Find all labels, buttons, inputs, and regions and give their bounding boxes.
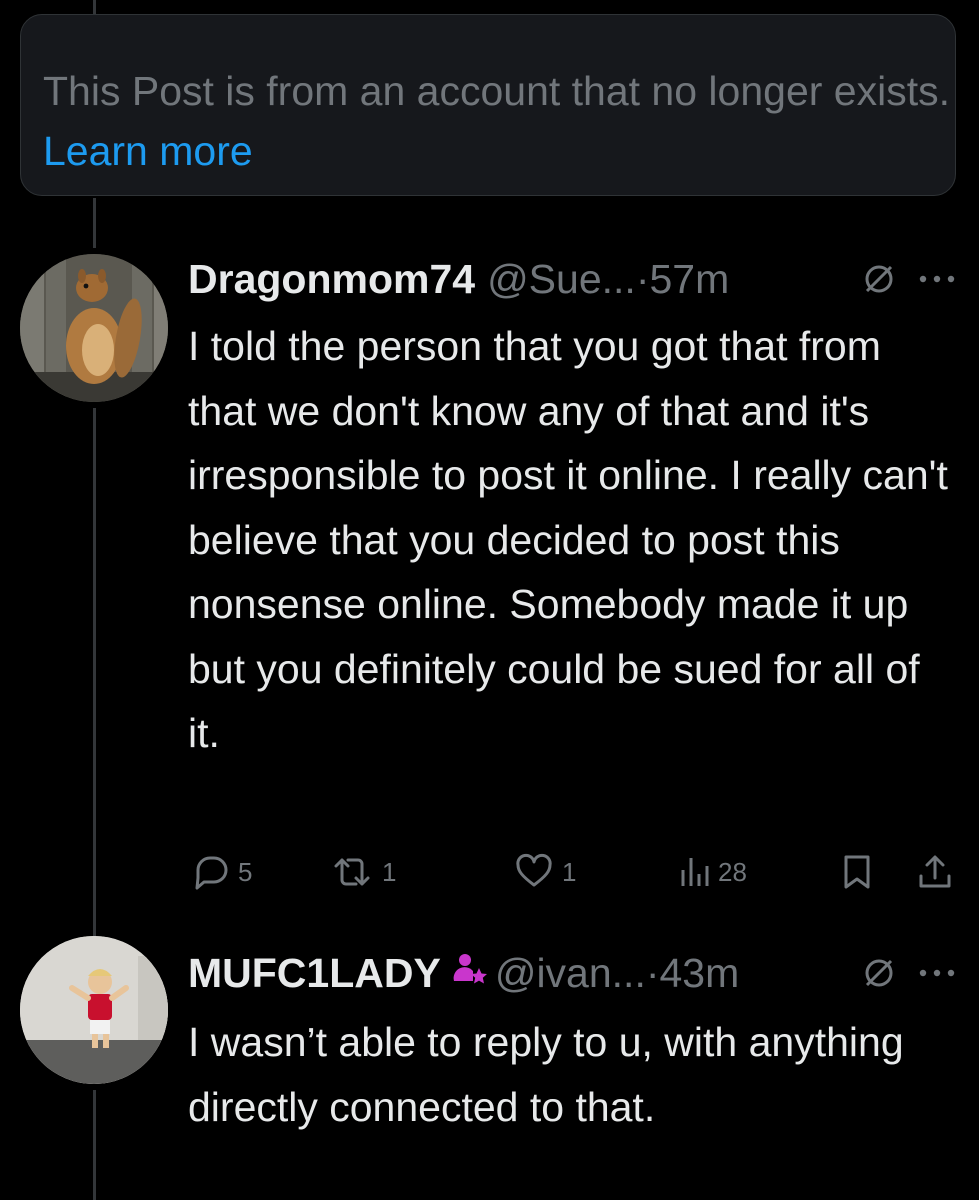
learn-more-link[interactable]: Learn more [43,128,253,174]
reply-count: 5 [238,856,253,887]
repost-button[interactable]: 1 [330,852,396,892]
more-icon[interactable] [918,270,956,288]
timestamp[interactable]: 57m [649,254,729,304]
child-photo-avatar-icon [20,936,168,1084]
replies-restricted-icon [865,959,893,987]
share-button[interactable] [916,852,954,892]
display-name[interactable]: Dragonmom74 [188,254,475,304]
bookmark-button[interactable] [840,852,874,892]
views-button[interactable]: 28 [678,852,747,892]
post-text: I wasn’t able to reply to u, with anythi… [188,1019,904,1130]
handle[interactable]: @ivan... [495,948,646,998]
post-header: Dragonmom74 @Sue... · 57m [188,254,729,304]
views-icon [681,858,709,886]
reply-button[interactable]: 5 [190,852,252,892]
bookmark-icon [844,855,870,889]
timestamp[interactable]: 43m [660,948,740,998]
squirrel-avatar-icon [20,254,168,402]
replies-restricted-icon [865,265,893,293]
reply-icon [195,856,228,890]
display-name[interactable]: MUFC1LADY [188,948,441,998]
avatar[interactable] [20,254,168,402]
separator: · [645,950,660,996]
thread-line [93,198,96,248]
person-star-icon [451,948,487,998]
separator: · [635,256,650,302]
repost-icon [334,858,370,886]
thread-line [93,1090,96,1200]
deleted-post-notice: This Post is from an account that no lon… [20,14,956,196]
view-count: 28 [718,856,747,887]
post-header: MUFC1LADY @ivan... · 43m [188,948,739,998]
handle[interactable]: @Sue... [487,254,636,304]
more-icon[interactable] [918,964,956,982]
post-actions: 5 1 1 28 [0,852,979,896]
post-text: I told the person that you got that from… [188,323,948,756]
avatar[interactable] [20,936,168,1084]
like-button[interactable]: 1 [514,852,576,892]
notice-text: This Post is from an account that no lon… [43,68,950,114]
heart-icon [516,853,552,887]
repost-count: 1 [382,856,397,887]
share-icon [919,855,951,888]
like-count: 1 [562,856,577,887]
